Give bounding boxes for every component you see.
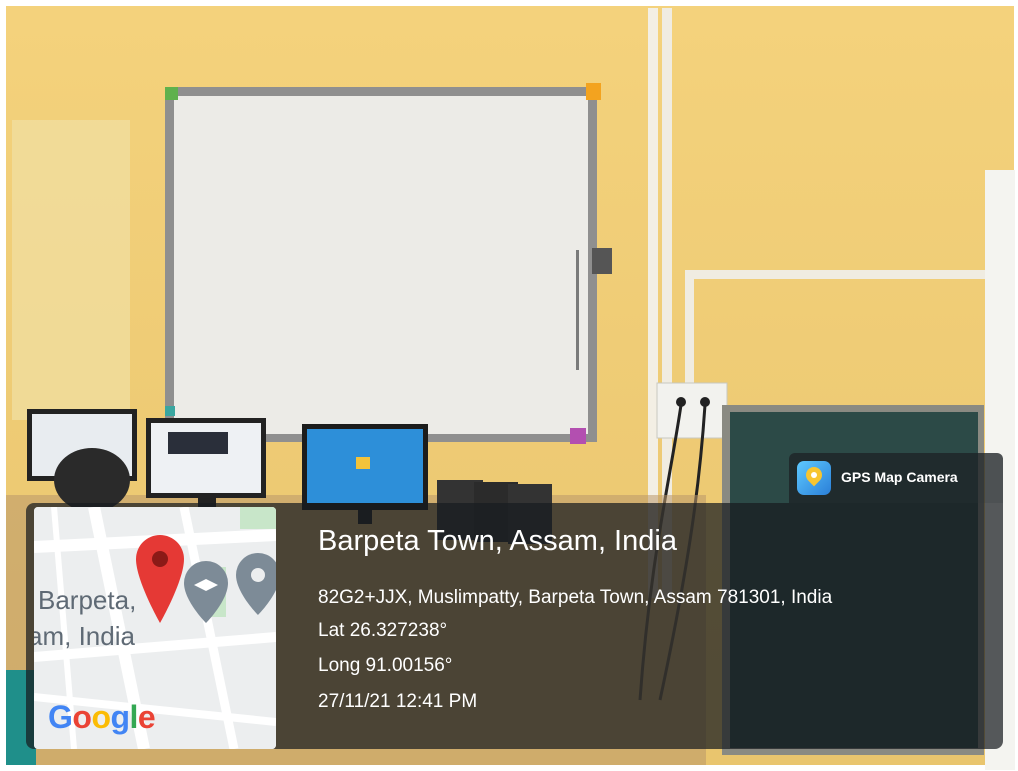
google-logo-letter: e (137, 699, 156, 735)
longitude-text: Long 91.00156° (318, 655, 453, 676)
gps-map-camera-badge: GPS Map Camera (789, 453, 1003, 503)
google-logo-letter: G (48, 699, 73, 735)
gps-map-camera-icon (797, 461, 831, 495)
map-label-line1: Barpeta, (38, 585, 137, 615)
google-logo-letter: o (72, 699, 92, 735)
location-info-panel: Barpeta, am, India Google Barpeta Town, … (26, 503, 1003, 749)
address-text: 82G2+JJX, Muslimpatty, Barpeta Town, Ass… (318, 587, 833, 608)
map-label-line2: am, India (34, 621, 135, 651)
google-logo-letter: o (91, 699, 111, 735)
badge-label: GPS Map Camera (841, 469, 958, 485)
google-logo: Google (48, 699, 156, 736)
datetime-text: 27/11/21 12:41 PM (318, 691, 478, 712)
location-map-thumbnail: Barpeta, am, India Google (34, 507, 276, 749)
place-name: Barpeta Town, Assam, India (318, 525, 677, 557)
google-logo-letter: g (110, 699, 130, 735)
google-logo-letter: l (129, 699, 139, 735)
latitude-text: Lat 26.327238° (318, 620, 448, 641)
